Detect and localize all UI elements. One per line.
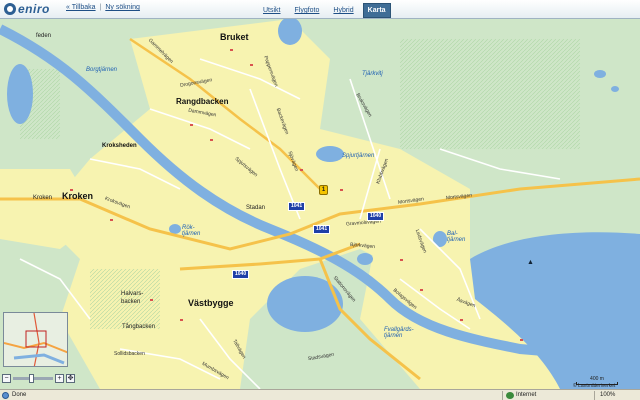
place-halvars-2: backen: [121, 299, 141, 305]
place-rangdbacken: Rangdbacken: [176, 97, 229, 106]
road-shield: 1040: [367, 212, 385, 221]
place-kroksheden: Kroksheden: [102, 143, 137, 149]
road-shield: 1041: [288, 202, 306, 211]
back-nav: « Tillbaka | Ny sökning: [66, 4, 140, 11]
nav-separator: |: [99, 4, 102, 11]
top-toolbar: eniro « Tillbaka | Ny sökning Utsikt Fly…: [0, 0, 640, 19]
overview-map[interactable]: [3, 312, 68, 367]
internet-zone-icon: [506, 392, 514, 399]
eniro-logo[interactable]: eniro: [4, 2, 50, 16]
zoom-slider[interactable]: [13, 373, 53, 383]
water-fvallsjarnen: Fvallgärds- tjärnen: [384, 327, 414, 339]
new-search-link[interactable]: Ny sökning: [105, 4, 140, 11]
pan-arrows-icon[interactable]: ✥: [66, 373, 75, 383]
logo-mark-icon: [4, 3, 16, 15]
map-base-layer: [0, 19, 640, 389]
page-globe-icon: [2, 392, 9, 399]
logo-text: eniro: [18, 2, 50, 16]
water-bal-tjarnen: Bal- tjärnen: [447, 231, 466, 243]
zoom-out-button[interactable]: −: [2, 373, 11, 383]
place-halvars: Halvars-: [121, 291, 144, 297]
zoom-level[interactable]: 100%: [600, 392, 615, 398]
back-link[interactable]: « Tillbaka: [66, 4, 96, 11]
road-shield: 1041: [313, 225, 331, 234]
map-view-tabs: Utsikt Flygfoto Hybrid Karta: [258, 3, 391, 18]
tab-flygfoto[interactable]: Flygfoto: [290, 3, 325, 18]
status-text: Done: [12, 392, 27, 398]
security-zone: Internet: [516, 392, 537, 398]
place-sollidsbacken: Sollidsbacken: [114, 351, 145, 357]
tab-utsikt[interactable]: Utsikt: [258, 3, 286, 18]
water-borgtjarnen: Borgtjärnen: [86, 67, 118, 73]
place-stadan: Stadan: [246, 205, 266, 211]
zoom-control: − + ✥: [2, 372, 90, 384]
place-kroken: Kroken: [62, 191, 94, 201]
place-bruket: Bruket: [220, 32, 249, 42]
marker-pin-icon: 1: [319, 185, 328, 195]
road-shield: 1040: [232, 270, 250, 279]
anchor-icon: ▲: [527, 259, 534, 266]
tab-karta[interactable]: Karta: [362, 3, 391, 18]
map-canvas[interactable]: Bruket Rangdbacken Kroksheden Kroken Kro…: [0, 19, 640, 389]
status-divider: [594, 391, 595, 400]
place-vastbygge: Västbygge: [188, 298, 234, 308]
water-spjurtjarnen: Spjurtjärnen: [342, 153, 375, 159]
place-tangbacken: Tångbacken: [122, 324, 156, 330]
place-kroken-small: Kroken: [33, 195, 53, 201]
overview-map-graphic: [4, 313, 67, 366]
water-rok-tjarnen: Rök- tjärnen: [182, 225, 201, 237]
zoom-slider-thumb[interactable]: [29, 373, 34, 383]
place-feden: feden: [36, 33, 52, 39]
status-divider: [502, 391, 503, 400]
location-marker[interactable]: 1: [319, 185, 329, 197]
water-tjarkvitj: Tjärkvitj: [362, 71, 383, 77]
zoom-in-button[interactable]: +: [55, 373, 64, 383]
tab-hybrid[interactable]: Hybrid: [328, 3, 358, 18]
browser-status-bar: Done Internet 100%: [0, 389, 640, 400]
